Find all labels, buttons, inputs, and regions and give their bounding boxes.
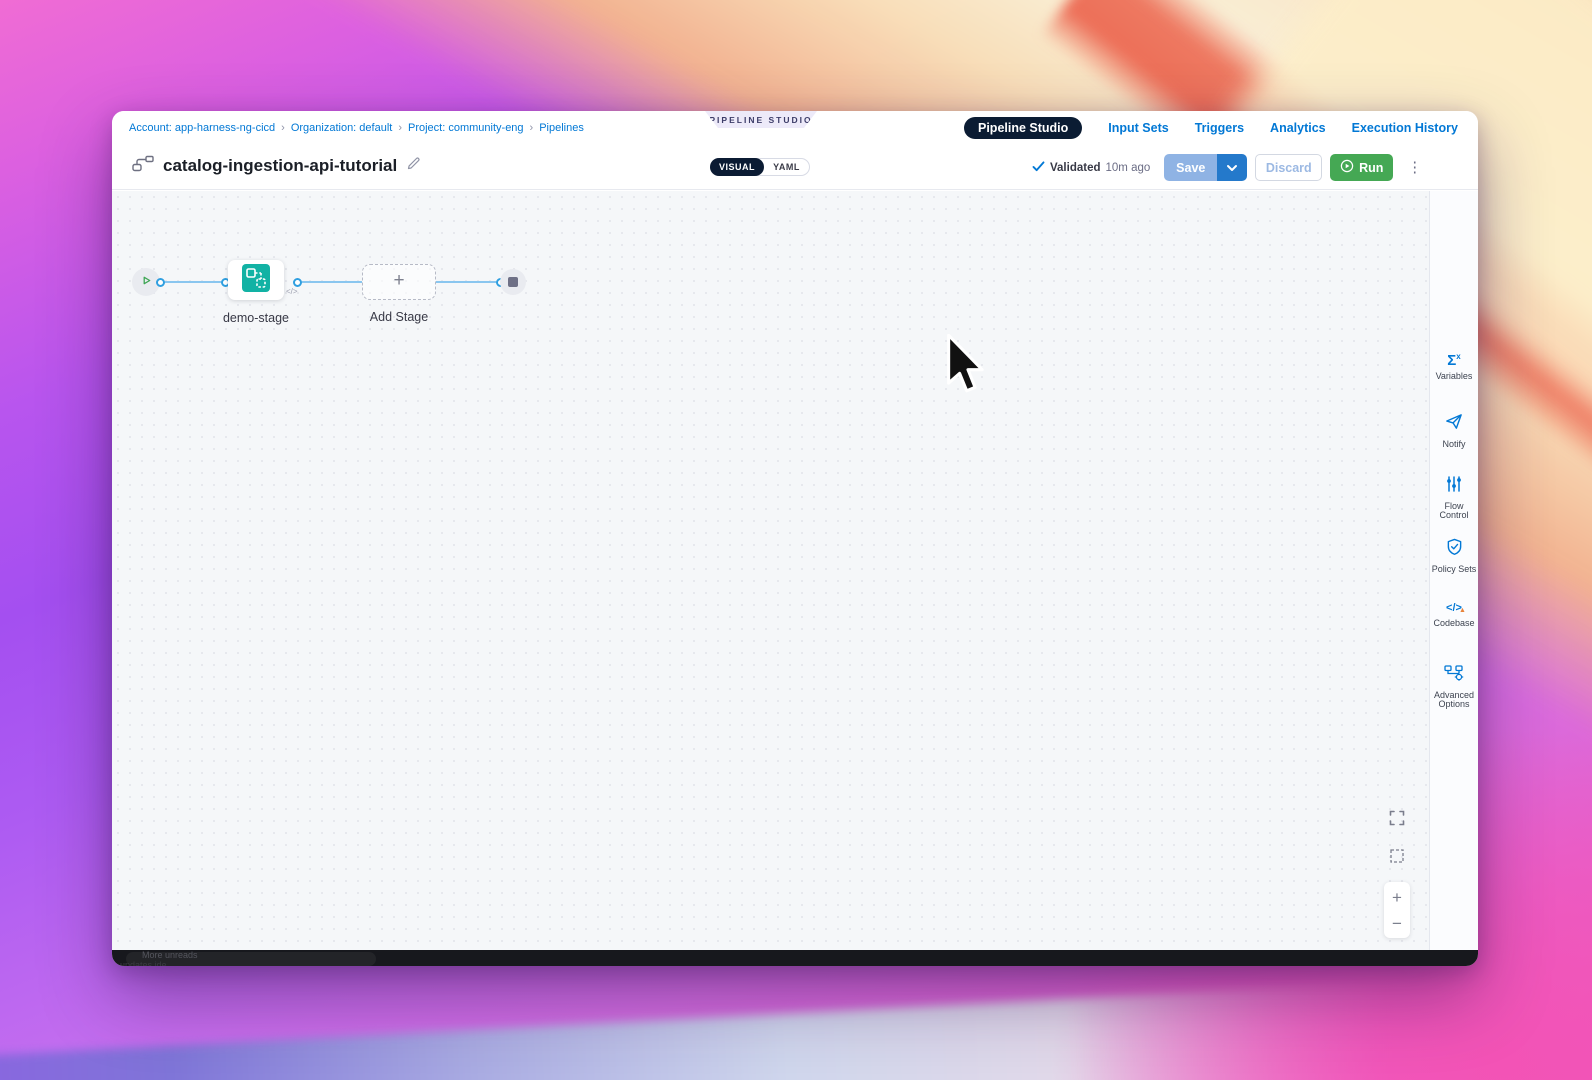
connector-line (302, 281, 362, 283)
sidebar-item-advanced-options[interactable]: Advanced Options (1430, 664, 1479, 707)
save-options-chevron-down-icon[interactable] (1217, 154, 1247, 181)
add-stage-label: Add Stage (329, 310, 469, 324)
toggle-visual[interactable]: VISUAL (710, 158, 764, 176)
background-window-text: updates ide (120, 961, 167, 966)
breadcrumb-pipelines-link[interactable]: Pipelines (539, 122, 584, 134)
plus-icon: + (1392, 889, 1402, 906)
sidebar-item-label: Policy Sets (1431, 565, 1477, 574)
breadcrumb: Account: app-harness-ng-cicd › Organizat… (129, 122, 584, 134)
stage-label: demo-stage (186, 311, 326, 325)
zoom-in-button[interactable]: + (1384, 884, 1410, 910)
background-window-text: More unreads (142, 951, 198, 959)
add-stage-button[interactable]: + (362, 264, 436, 300)
validation-status: Validated 10m ago (1032, 161, 1150, 175)
sidebar-item-label: Notify (1431, 440, 1477, 449)
selection-mode-button[interactable] (1384, 844, 1410, 870)
custom-stage-icon (242, 264, 270, 297)
discard-button[interactable]: Discard (1255, 154, 1322, 181)
tab-analytics[interactable]: Analytics (1270, 121, 1326, 135)
top-nav: Pipeline Studio Input Sets Triggers Anal… (964, 111, 1458, 145)
variables-sigma-icon: Σx (1447, 349, 1460, 368)
canvas-controls: + − (1384, 806, 1410, 938)
chevron-separator-icon: › (398, 122, 402, 134)
sidebar-item-notify[interactable]: Notify (1430, 412, 1479, 455)
toggle-yaml[interactable]: YAML (764, 162, 809, 172)
flowchart-gear-icon (1444, 664, 1464, 687)
stage-node-demo-stage[interactable] (228, 260, 284, 300)
zoom-controls: + − (1384, 882, 1410, 938)
stop-square-icon (508, 277, 518, 287)
tab-input-sets[interactable]: Input Sets (1108, 121, 1168, 135)
pipeline-studio-banner: PIPELINE STUDIO (705, 111, 817, 128)
expand-icon (1389, 810, 1405, 829)
sidebar-item-codebase[interactable]: </> ▲ Codebase (1430, 601, 1479, 644)
start-play-icon (141, 273, 152, 291)
tab-execution-history[interactable]: Execution History (1352, 121, 1458, 135)
tab-triggers[interactable]: Triggers (1195, 121, 1244, 135)
connector-line (165, 281, 221, 283)
top-header-row: Account: app-harness-ng-cicd › Organizat… (112, 111, 1478, 145)
page-title: catalog-ingestion-api-tutorial (163, 156, 397, 176)
zoom-to-fit-button[interactable] (1384, 806, 1410, 832)
pipeline-title-group: catalog-ingestion-api-tutorial (132, 155, 421, 177)
connector-dot (156, 278, 165, 287)
background-terminal-window: More unreads updates ide (112, 950, 1478, 966)
sidebar-item-flow-control[interactable]: Flow Control (1430, 475, 1479, 518)
paper-plane-icon (1444, 412, 1464, 436)
save-split-button: Save (1164, 154, 1247, 181)
pipeline-canvas[interactable]: </> + demo-stage Add Stage (112, 191, 1429, 950)
edit-title-pencil-icon[interactable] (406, 156, 421, 176)
pipeline-end-node (500, 269, 526, 295)
run-button[interactable]: Run (1330, 154, 1393, 181)
sidebar-item-variables[interactable]: Σx Variables (1430, 349, 1479, 392)
sliders-icon (1445, 475, 1463, 498)
sidebar-item-label: Codebase (1431, 619, 1477, 628)
check-icon (1032, 161, 1045, 175)
save-button[interactable]: Save (1164, 154, 1217, 181)
toolbar-actions: Validated 10m ago Save Discard (1032, 154, 1422, 181)
pipeline-settings-rail: Σx Variables Notify Flow Control (1429, 191, 1478, 950)
toolbar-row: catalog-ingestion-api-tutorial VISUAL YA… (112, 145, 1478, 190)
zoom-out-button[interactable]: − (1384, 910, 1410, 936)
validated-time: 10m ago (1106, 162, 1151, 174)
sidebar-item-label: Variables (1431, 372, 1477, 381)
shield-check-icon (1446, 538, 1463, 561)
run-label: Run (1359, 161, 1383, 175)
pipeline-studio-window: Account: app-harness-ng-cicd › Organizat… (112, 111, 1478, 966)
sidebar-item-label: Advanced Options (1431, 691, 1477, 709)
connector-line (436, 281, 496, 283)
visual-yaml-toggle: VISUAL YAML (710, 158, 810, 176)
code-brackets-icon: </> ▲ (1446, 601, 1462, 615)
plus-icon: + (393, 270, 404, 292)
chevron-separator-icon: › (281, 122, 285, 134)
chevron-separator-icon: › (530, 122, 534, 134)
pipeline-graph-icon (132, 155, 154, 177)
sidebar-item-policy-sets[interactable]: Policy Sets (1430, 538, 1479, 581)
breadcrumb-project-link[interactable]: Project: community-eng (408, 122, 524, 134)
tab-pipeline-studio[interactable]: Pipeline Studio (964, 117, 1082, 139)
stage-code-link-icon: </> (286, 287, 298, 296)
sidebar-item-label: Flow Control (1431, 502, 1477, 520)
breadcrumb-account-link[interactable]: Account: app-harness-ng-cicd (129, 122, 275, 134)
dashed-square-icon (1390, 849, 1404, 866)
more-options-kebab-icon[interactable]: ⋮ (1407, 160, 1422, 175)
validated-label: Validated (1050, 162, 1101, 174)
minus-icon: − (1392, 915, 1402, 932)
run-play-icon (1340, 159, 1354, 176)
connector-dot (293, 278, 302, 287)
breadcrumb-organization-link[interactable]: Organization: default (291, 122, 393, 134)
warning-triangle-icon: ▲ (1459, 604, 1466, 618)
